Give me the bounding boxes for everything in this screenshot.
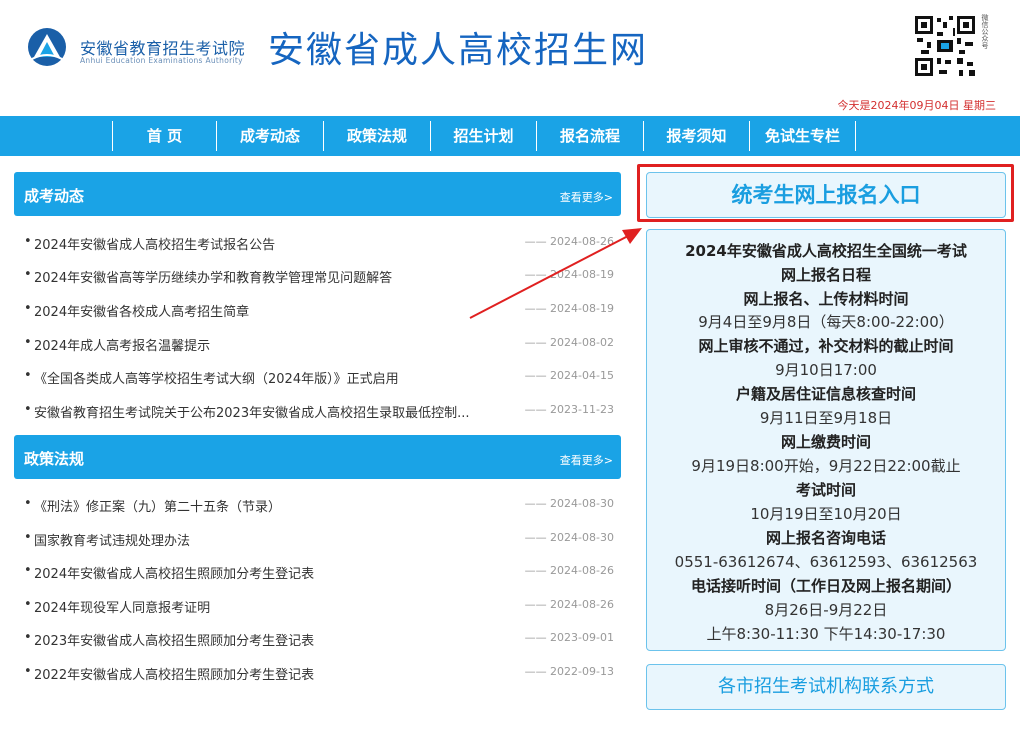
policy-item: • 《刑法》修正案（九）第二十五条（节录） —— 2024-08-30 xyxy=(24,496,614,516)
schedule-line: 户籍及居住证信息核查时间 xyxy=(735,385,916,403)
schedule-line: 9月10日17:00 xyxy=(775,361,877,379)
schedule-line: 9月4日至9月8日（每天8:00-22:00） xyxy=(698,313,954,331)
policy-section-title: 政策法规 xyxy=(24,450,85,468)
bullet: • xyxy=(24,563,32,578)
policy-date: —— 2024-08-30 xyxy=(524,497,614,510)
policy-link[interactable]: 国家教育考试违规处理办法 xyxy=(34,530,190,549)
schedule-line: 9月19日8:00开始，9月22日22:00截止 xyxy=(691,457,961,475)
policy-date: —— 2024-08-30 xyxy=(524,531,614,544)
news-date: —— 2024-08-26 xyxy=(524,235,614,248)
bullet: • xyxy=(24,597,32,612)
schedule-line: 网上审核不通过，补交材料的截止时间 xyxy=(698,337,954,355)
news-date: —— 2023-11-23 xyxy=(524,403,614,416)
bullet: • xyxy=(24,234,32,249)
bullet: • xyxy=(24,368,32,383)
policy-section-header: 政策法规 查看更多> xyxy=(14,435,621,479)
policy-date: —— 2024-08-26 xyxy=(524,598,614,611)
bullet: • xyxy=(24,630,32,645)
policy-link[interactable]: 2024年现役军人同意报考证明 xyxy=(34,597,210,616)
news-more-link[interactable]: 查看更多> xyxy=(560,189,613,205)
bullet: • xyxy=(24,530,32,545)
news-date: —— 2024-08-02 xyxy=(524,336,614,349)
news-item: • 2024年安徽省成人高校招生考试报名公告 —— 2024-08-26 xyxy=(24,234,614,254)
policy-item: • 2023年安徽省成人高校招生照顾加分考生登记表 —— 2023-09-01 xyxy=(24,630,614,650)
policy-item: • 2022年安徽省成人高校招生照顾加分考生登记表 —— 2022-09-13 xyxy=(24,664,614,684)
news-item: • 安徽省教育招生考试院关于公布2023年安徽省成人高校招生录取最低控制... ——… xyxy=(24,402,614,422)
nav-plan[interactable]: 招生计划 xyxy=(431,116,536,156)
schedule-line: 网上缴费时间 xyxy=(780,433,871,451)
policy-item: • 国家教育考试违规处理办法 —— 2024-08-30 xyxy=(24,530,614,550)
schedule-line: 网上报名、上传材料时间 xyxy=(743,290,909,308)
nav-policy[interactable]: 政策法规 xyxy=(324,116,430,156)
schedule-line: 电话接听时间（工作日及网上报名期间） xyxy=(690,577,961,595)
nav-process[interactable]: 报名流程 xyxy=(537,116,643,156)
qr-code-icon xyxy=(913,14,977,78)
nav-separator xyxy=(855,121,856,151)
qr-label: 微信公众号 xyxy=(981,14,989,49)
news-item: • 2024年安徽省各校成人高考招生简章 —— 2024-08-19 xyxy=(24,301,614,321)
policy-link[interactable]: 《刑法》修正案（九）第二十五条（节录） xyxy=(34,496,281,515)
nav-notice[interactable]: 报考须知 xyxy=(644,116,749,156)
nav-home[interactable]: 首 页 xyxy=(113,116,216,156)
schedule-line: 网上报名咨询电话 xyxy=(765,529,886,547)
policy-link[interactable]: 2024年安徽省成人高校招生照顾加分考生登记表 xyxy=(34,563,314,582)
schedule-line: 上午8:30-11:30 下午14:30-17:30 xyxy=(706,625,946,643)
schedule-line: 10月19日至10月20日 xyxy=(750,505,902,523)
policy-link[interactable]: 2022年安徽省成人高校招生照顾加分考生登记表 xyxy=(34,664,314,683)
news-link[interactable]: 2024年安徽省高等学历继续办学和教育教学管理常见问题解答 xyxy=(34,267,392,286)
news-item: • 2024年成人高考报名温馨提示 —— 2024-08-02 xyxy=(24,335,614,355)
nav-news[interactable]: 成考动态 xyxy=(217,116,323,156)
schedule-line: 8月26日-9月22日 xyxy=(764,601,888,619)
news-date: —— 2024-04-15 xyxy=(524,369,614,382)
schedule-line: 网上报名日程 xyxy=(780,266,871,284)
news-link[interactable]: 《全国各类成人高等学校招生考试大纲（2024年版）》正式启用 xyxy=(34,368,399,387)
news-section-header: 成考动态 查看更多> xyxy=(14,172,621,216)
schedule-line: 考试时间 xyxy=(795,481,856,499)
main-nav: 首 页 成考动态 政策法规 招生计划 报名流程 报考须知 免试生专栏 xyxy=(0,116,1020,156)
news-link[interactable]: 安徽省教育招生考试院关于公布2023年安徽省成人高校招生录取最低控制... xyxy=(34,402,469,421)
policy-date: —— 2024-08-26 xyxy=(524,564,614,577)
schedule-line: 2024年安徽省成人高校招生全国统一考试 xyxy=(685,242,967,260)
bullet: • xyxy=(24,335,32,350)
policy-item: • 2024年现役军人同意报考证明 —— 2024-08-26 xyxy=(24,597,614,617)
logo-icon xyxy=(28,28,66,66)
highlight-box xyxy=(637,164,1014,222)
schedule-line: 9月11日至9月18日 xyxy=(759,409,893,427)
current-date: 今天是2024年09月04日 星期三 xyxy=(837,99,996,112)
policy-date: —— 2022-09-13 xyxy=(524,665,614,678)
news-item: • 2024年安徽省高等学历继续办学和教育教学管理常见问题解答 —— 2024-08… xyxy=(24,267,614,287)
site-title[interactable]: 安徽省成人高校招生网 xyxy=(268,21,648,73)
city-contacts-button[interactable]: 各市招生考试机构联系方式 xyxy=(646,664,1006,710)
schedule-line: 0551-63612674、63612593、63612563 xyxy=(674,553,978,571)
schedule-panel: 2024年安徽省成人高校招生全国统一考试 网上报名日程 网上报名、上传材料时间 … xyxy=(646,229,1006,651)
bullet: • xyxy=(24,664,32,679)
policy-item: • 2024年安徽省成人高校招生照顾加分考生登记表 —— 2024-08-26 xyxy=(24,563,614,583)
bullet: • xyxy=(24,267,32,282)
news-item: • 《全国各类成人高等学校招生考试大纲（2024年版）》正式启用 —— 2024-0… xyxy=(24,368,614,388)
policy-more-link[interactable]: 查看更多> xyxy=(560,452,613,468)
bullet: • xyxy=(24,496,32,511)
news-link[interactable]: 2024年成人高考报名温馨提示 xyxy=(34,335,210,354)
site-header: 安徽省教育招生考试院 Anhui Education Examinations … xyxy=(0,0,1020,116)
news-link[interactable]: 2024年安徽省各校成人高考招生简章 xyxy=(34,301,249,320)
nav-exempt[interactable]: 免试生专栏 xyxy=(750,116,855,156)
news-date: —— 2024-08-19 xyxy=(524,302,614,315)
bullet: • xyxy=(24,402,32,417)
news-link[interactable]: 2024年安徽省成人高校招生考试报名公告 xyxy=(34,234,275,253)
news-date: —— 2024-08-19 xyxy=(524,268,614,281)
bullet: • xyxy=(24,301,32,316)
org-name-en: Anhui Education Examinations Authority xyxy=(80,56,243,65)
news-section-title: 成考动态 xyxy=(24,187,85,205)
policy-link[interactable]: 2023年安徽省成人高校招生照顾加分考生登记表 xyxy=(34,630,314,649)
policy-date: —— 2023-09-01 xyxy=(524,631,614,644)
